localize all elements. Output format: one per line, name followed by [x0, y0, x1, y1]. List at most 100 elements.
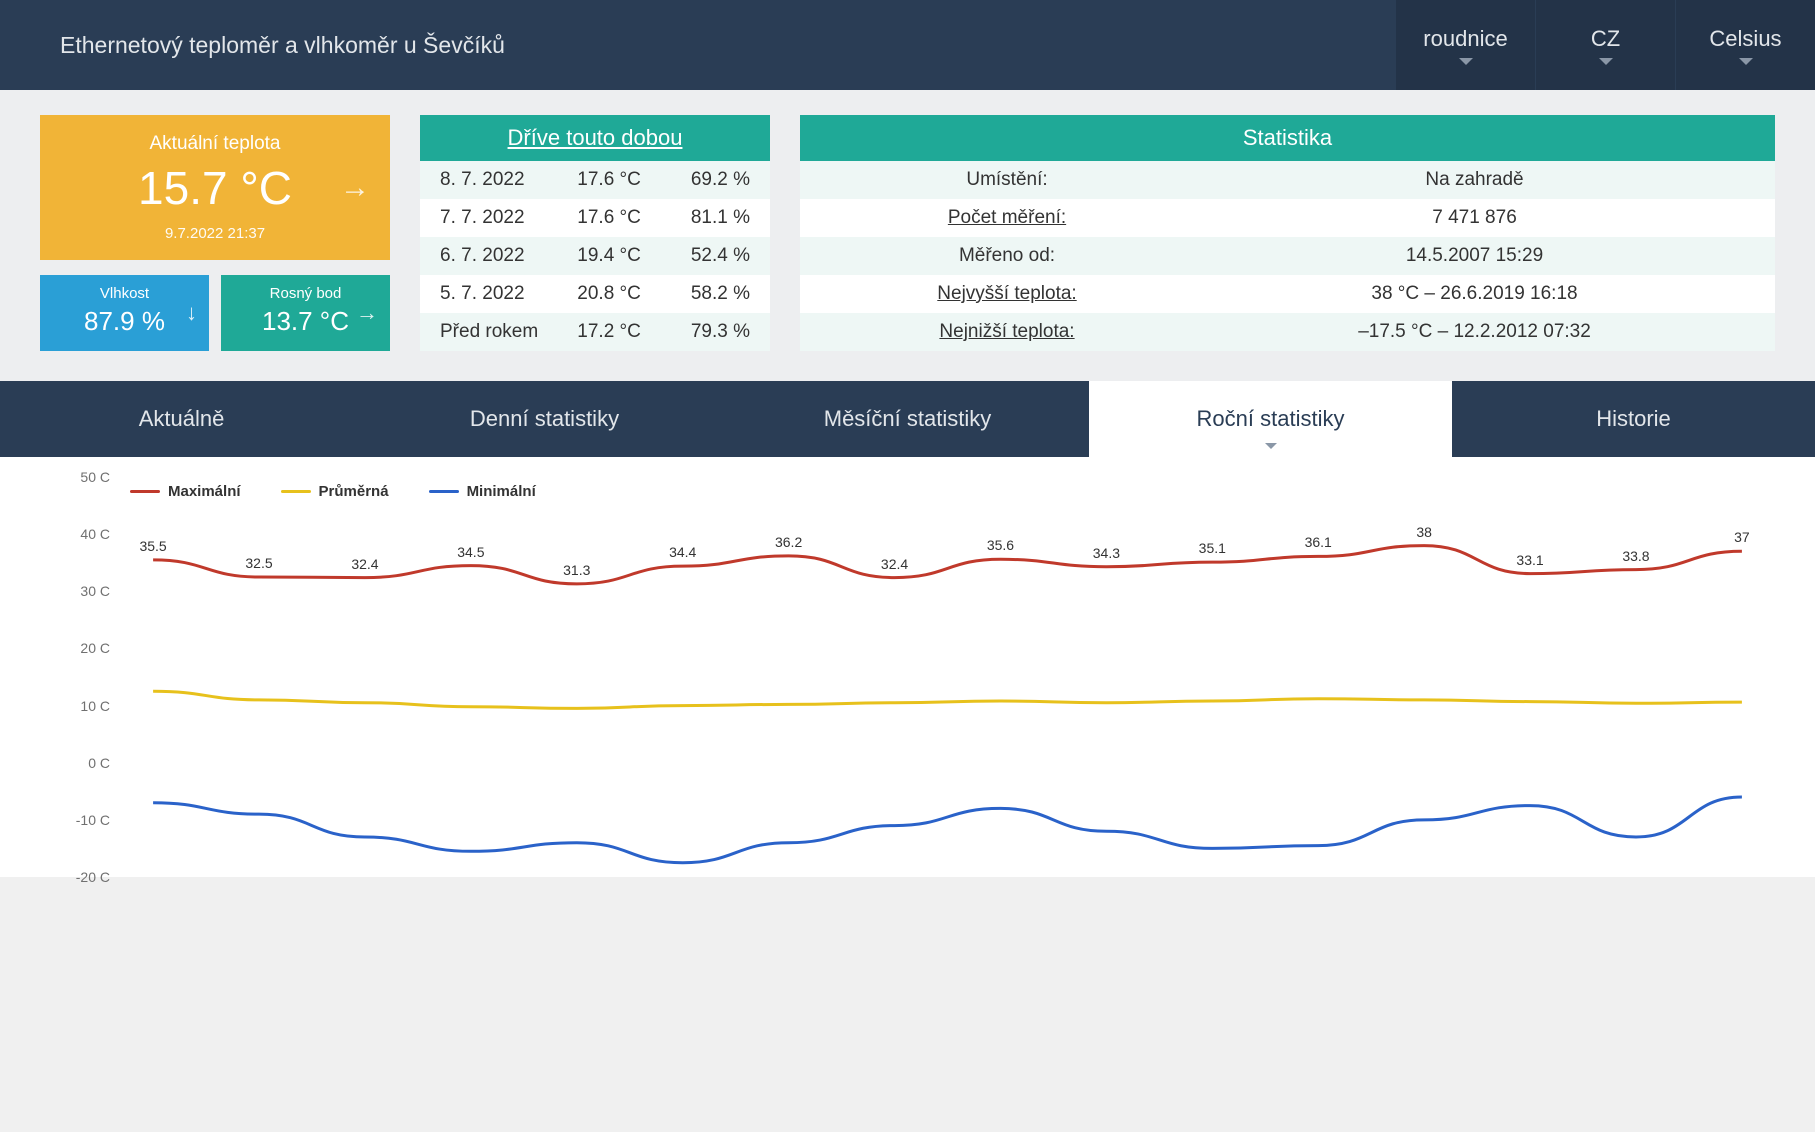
tabs: AktuálněDenní statistikyMěsíční statisti…	[0, 381, 1815, 457]
stats-value: 14.5.2007 15:29	[1194, 245, 1755, 267]
data-label: 37	[1734, 529, 1750, 545]
data-label: 32.5	[245, 555, 272, 571]
arrow-right-icon: →	[340, 171, 370, 205]
data-label: 38	[1416, 524, 1432, 540]
history-hum: 58.2 %	[656, 283, 750, 305]
stats-panel: Statistika Umístění:Na zahraděPočet měře…	[800, 115, 1775, 351]
tab-roční-statistiky[interactable]: Roční statistiky	[1089, 381, 1452, 457]
series-Minimální	[153, 797, 1742, 863]
history-date: 5. 7. 2022	[440, 283, 562, 305]
data-label: 34.4	[669, 544, 696, 560]
stats-key[interactable]: Nejvyšší teplota:	[820, 283, 1194, 305]
chart-container: MaximálníPrůměrnáMinimální 50 C40 C30 C2…	[0, 457, 1815, 877]
page-title: Ethernetový teploměr a vlhkoměr u Ševčík…	[0, 0, 1395, 90]
tab-aktuálně[interactable]: Aktuálně	[0, 381, 363, 457]
language-select-value: CZ	[1591, 26, 1620, 52]
data-label: 35.5	[139, 538, 166, 554]
history-date: 7. 7. 2022	[440, 207, 562, 229]
chevron-down-icon	[1739, 58, 1753, 65]
current-cards: Aktuální teplota 15.7 °C 9.7.2022 21:37 …	[40, 115, 390, 351]
history-date: 6. 7. 2022	[440, 245, 562, 267]
header: Ethernetový teploměr a vlhkoměr u Ševčík…	[0, 0, 1815, 90]
stats-key: Měřeno od:	[820, 245, 1194, 267]
history-temp: 17.2 °C	[562, 321, 656, 343]
data-label: 36.2	[775, 534, 802, 550]
y-tick-label: 40 C	[70, 526, 110, 542]
dashboard-row: Aktuální teplota 15.7 °C 9.7.2022 21:37 …	[0, 90, 1815, 381]
stats-row[interactable]: Nejnižší teplota:–17.5 °C – 12.2.2012 07…	[800, 313, 1775, 351]
history-temp: 20.8 °C	[562, 283, 656, 305]
history-hum: 69.2 %	[656, 169, 750, 191]
stats-value: Na zahradě	[1194, 169, 1755, 191]
data-label: 35.6	[987, 537, 1014, 553]
history-date: 8. 7. 2022	[440, 169, 562, 191]
y-tick-label: 30 C	[70, 583, 110, 599]
y-tick-label: -10 C	[70, 812, 110, 828]
data-label: 33.8	[1622, 548, 1649, 564]
stats-panel-title: Statistika	[800, 115, 1775, 161]
history-hum: 81.1 %	[656, 207, 750, 229]
history-temp: 19.4 °C	[562, 245, 656, 267]
chevron-down-icon	[1265, 443, 1277, 449]
history-temp: 17.6 °C	[562, 169, 656, 191]
stats-key[interactable]: Nejnižší teplota:	[820, 321, 1194, 343]
humidity-value: 87.9 %	[46, 306, 203, 337]
data-label: 35.1	[1199, 540, 1226, 556]
stats-row[interactable]: Počet měření:7 471 876	[800, 199, 1775, 237]
data-label: 36.1	[1305, 534, 1332, 550]
location-select[interactable]: roudnice	[1395, 0, 1535, 90]
yearly-chart: MaximálníPrůměrnáMinimální 50 C40 C30 C2…	[20, 477, 1795, 877]
stats-row[interactable]: Nejvyšší teplota:38 °C – 26.6.2019 16:18	[800, 275, 1775, 313]
stats-row: Umístění:Na zahradě	[800, 161, 1775, 199]
stats-key[interactable]: Počet měření:	[820, 207, 1194, 229]
tab-denní-statistiky[interactable]: Denní statistiky	[363, 381, 726, 457]
history-row[interactable]: Před rokem17.2 °C79.3 %	[420, 313, 770, 351]
temp-label: Aktuální teplota	[50, 133, 380, 155]
history-hum: 79.3 %	[656, 321, 750, 343]
data-label: 32.4	[881, 556, 908, 572]
history-row[interactable]: 5. 7. 202220.8 °C58.2 %	[420, 275, 770, 313]
history-panel: Dříve touto dobou 8. 7. 202217.6 °C69.2 …	[420, 115, 770, 351]
history-panel-title[interactable]: Dříve touto dobou	[420, 115, 770, 161]
humidity-label: Vlhkost	[46, 285, 203, 302]
tab-měsíční-statistiky[interactable]: Měsíční statistiky	[726, 381, 1089, 457]
temp-timestamp: 9.7.2022 21:37	[50, 225, 380, 242]
history-hum: 52.4 %	[656, 245, 750, 267]
history-date: Před rokem	[440, 321, 562, 343]
stats-key: Umístění:	[820, 169, 1194, 191]
data-label: 34.3	[1093, 545, 1120, 561]
history-row[interactable]: 6. 7. 202219.4 °C52.4 %	[420, 237, 770, 275]
history-row[interactable]: 8. 7. 202217.6 °C69.2 %	[420, 161, 770, 199]
location-select-value: roudnice	[1423, 26, 1507, 52]
current-temperature-card[interactable]: Aktuální teplota 15.7 °C 9.7.2022 21:37 …	[40, 115, 390, 260]
stats-value: –17.5 °C – 12.2.2012 07:32	[1194, 321, 1755, 343]
data-label: 31.3	[563, 562, 590, 578]
y-tick-label: 20 C	[70, 640, 110, 656]
stats-value: 7 471 876	[1194, 207, 1755, 229]
dewpoint-card[interactable]: Rosný bod 13.7 °C →	[221, 275, 390, 351]
temp-value: 15.7 °C	[50, 161, 380, 215]
y-tick-label: 10 C	[70, 698, 110, 714]
stats-value: 38 °C – 26.6.2019 16:18	[1194, 283, 1755, 305]
units-select[interactable]: Celsius	[1675, 0, 1815, 90]
chevron-down-icon	[1459, 58, 1473, 65]
arrow-right-icon: →	[356, 300, 378, 326]
data-label: 33.1	[1516, 552, 1543, 568]
language-select[interactable]: CZ	[1535, 0, 1675, 90]
series-Maximální	[153, 546, 1742, 584]
stats-row: Měřeno od:14.5.2007 15:29	[800, 237, 1775, 275]
header-selects: roudnice CZ Celsius	[1395, 0, 1815, 90]
arrow-down-icon: ↓	[186, 300, 197, 326]
humidity-card[interactable]: Vlhkost 87.9 % ↓	[40, 275, 209, 351]
y-tick-label: 0 C	[70, 755, 110, 771]
data-label: 34.5	[457, 544, 484, 560]
y-tick-label: -20 C	[70, 869, 110, 885]
y-tick-label: 50 C	[70, 469, 110, 485]
series-Průměrná	[153, 691, 1742, 708]
data-label: 32.4	[351, 556, 378, 572]
chevron-down-icon	[1599, 58, 1613, 65]
history-temp: 17.6 °C	[562, 207, 656, 229]
tab-historie[interactable]: Historie	[1452, 381, 1815, 457]
units-select-value: Celsius	[1709, 26, 1781, 52]
history-row[interactable]: 7. 7. 202217.6 °C81.1 %	[420, 199, 770, 237]
